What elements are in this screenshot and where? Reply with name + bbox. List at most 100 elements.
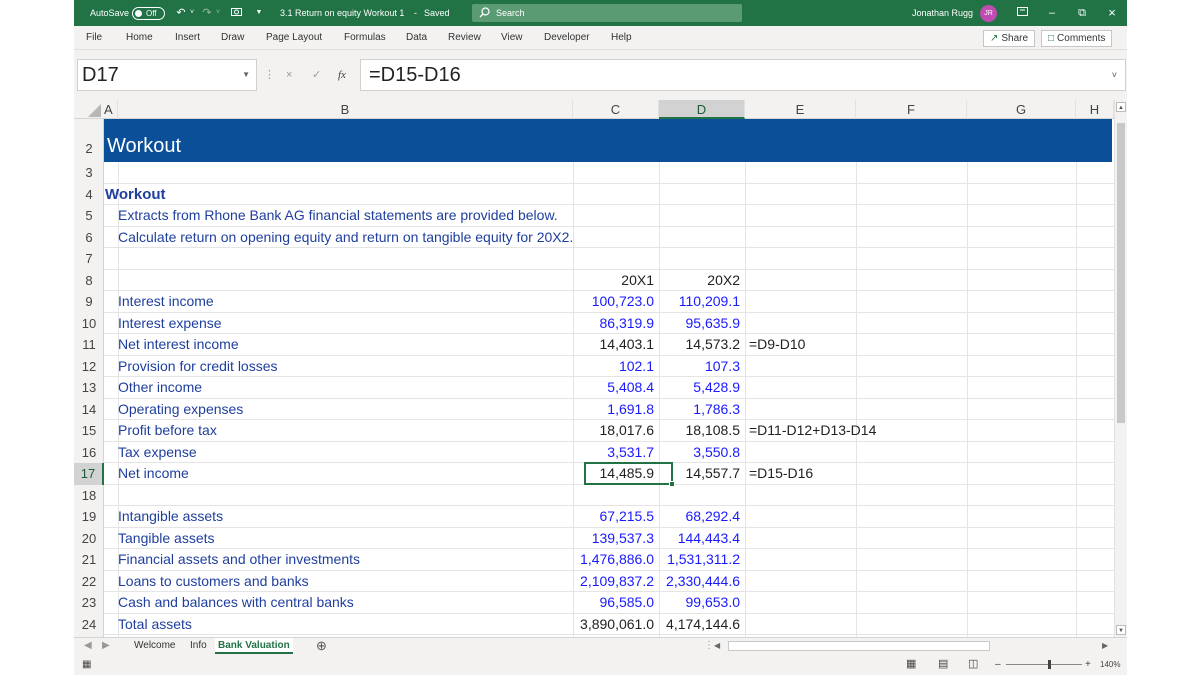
tab-page-layout[interactable]: Page Layout — [266, 26, 322, 50]
line-item-label[interactable]: Cash and balances with central banks — [118, 592, 354, 613]
line-item-label[interactable]: Profit before tax — [118, 420, 217, 441]
restore-icon[interactable]: ⧉ — [1070, 0, 1094, 26]
row-header-13[interactable]: 13 — [74, 377, 104, 399]
customize-toolbar-icon[interactable]: ▼ — [254, 0, 264, 26]
value-20x2[interactable]: 99,653.0 — [659, 592, 741, 613]
scroll-left-icon[interactable]: ◀ — [714, 638, 720, 654]
line-item-label[interactable]: Interest expense — [118, 313, 222, 334]
value-20x1[interactable]: 67,215.5 — [573, 506, 655, 527]
worksheet-grid[interactable]: A B C D E F G H 2 3 4 5 6 7 8 9 10 11 12 13 14 15 16 17… — [74, 100, 1127, 637]
zoom-out-icon[interactable]: – — [995, 654, 1001, 675]
cancel-icon[interactable]: × — [286, 59, 292, 91]
line-item-label[interactable]: Loans to customers and banks — [118, 571, 309, 592]
active-cell-d17[interactable] — [584, 462, 675, 487]
value-20x1[interactable]: 14,403.1 — [573, 334, 655, 355]
row-header-23[interactable]: 23 — [74, 592, 104, 614]
formula-note[interactable]: =D11-D12+D13-D14 — [749, 420, 876, 441]
line-item-label[interactable]: Total assets — [118, 614, 192, 635]
row-header-9[interactable]: 9 — [74, 291, 104, 313]
close-icon[interactable]: × — [1100, 0, 1124, 26]
value-20x2[interactable]: 5,428.9 — [659, 377, 740, 398]
row-header-11[interactable]: 11 — [74, 334, 104, 356]
select-all-corner[interactable] — [74, 100, 104, 119]
line-item-label[interactable]: Provision for credit losses — [118, 356, 278, 377]
row-header-4[interactable]: 4 — [74, 184, 104, 206]
camera-icon[interactable] — [229, 0, 243, 26]
tab-developer[interactable]: Developer — [544, 26, 590, 50]
line-item-label[interactable]: Financial assets and other investments — [118, 549, 360, 570]
value-20x2[interactable]: 14,573.2 — [659, 334, 741, 355]
column-header-a[interactable]: A — [104, 100, 118, 119]
column-header-c[interactable]: C — [573, 100, 659, 119]
tab-home[interactable]: Home — [126, 26, 153, 50]
row-header-19[interactable]: 19 — [74, 506, 104, 528]
sheet-tab-info[interactable]: Info — [190, 638, 207, 654]
formula-input[interactable]: =D15-D16 ˅ — [360, 59, 1126, 91]
tab-formulas[interactable]: Formulas — [344, 26, 386, 50]
row-header-21[interactable]: 21 — [74, 549, 104, 571]
more-options-icon[interactable]: ⋮ — [264, 59, 275, 91]
value-20x2[interactable]: 4,174,144.6 — [659, 614, 740, 635]
name-box[interactable]: D17 ▼ — [77, 59, 257, 91]
comments-button[interactable]: □ Comments — [1041, 30, 1113, 47]
avatar[interactable]: JR — [980, 5, 997, 22]
row-header-7[interactable]: 7 — [74, 248, 104, 270]
row-header-16[interactable]: 16 — [74, 442, 104, 464]
value-20x1[interactable]: 1,476,886.0 — [573, 549, 654, 570]
line-item-label[interactable]: Operating expenses — [118, 399, 243, 420]
value-20x2[interactable]: 144,443.4 — [659, 528, 740, 549]
line-item-label[interactable]: Interest income — [118, 291, 214, 312]
undo-icon[interactable]: ↶ — [174, 0, 188, 26]
intro-text-2[interactable]: Calculate return on opening equity and r… — [118, 227, 573, 248]
value-20x2[interactable]: 3,550.8 — [659, 442, 740, 463]
value-20x2[interactable]: 95,635.9 — [659, 313, 741, 334]
column-header-g[interactable]: G — [967, 100, 1076, 119]
column-header-b[interactable]: B — [118, 100, 573, 119]
line-item-label[interactable]: Net income — [118, 463, 189, 484]
zoom-slider[interactable] — [1006, 660, 1082, 669]
zoom-in-icon[interactable]: + — [1085, 654, 1091, 675]
expand-formula-icon[interactable]: ˅ — [1112, 60, 1117, 90]
value-20x1[interactable]: 96,585.0 — [573, 592, 655, 613]
insert-function-icon[interactable]: fx — [338, 59, 346, 91]
column-header-h[interactable]: H — [1076, 100, 1114, 119]
tab-review[interactable]: Review — [448, 26, 481, 50]
add-sheet-icon[interactable]: ⊕ — [316, 638, 327, 654]
enter-icon[interactable]: ✓ — [312, 59, 321, 91]
section-title[interactable]: Workout — [105, 184, 166, 205]
tab-draw[interactable]: Draw — [221, 26, 244, 50]
column-header-e[interactable]: E — [745, 100, 856, 119]
line-item-label[interactable]: Tax expense — [118, 442, 197, 463]
row-header-2[interactable]: 2 — [74, 119, 104, 162]
search-box[interactable]: Search — [472, 4, 742, 22]
next-sheet-icon[interactable]: ▶ — [102, 638, 110, 654]
row-header-3[interactable]: 3 — [74, 162, 104, 184]
row-header-5[interactable]: 5 — [74, 205, 104, 227]
row-header-14[interactable]: 14 — [74, 399, 104, 421]
value-20x2[interactable]: 107.3 — [659, 356, 740, 377]
line-item-label[interactable]: Intangible assets — [118, 506, 223, 527]
row-header-18[interactable]: 18 — [74, 485, 104, 507]
zoom-level[interactable]: 140% — [1100, 654, 1120, 675]
scroll-right-icon[interactable]: ▶ — [1102, 638, 1108, 654]
value-20x1[interactable]: 139,537.3 — [573, 528, 654, 549]
value-20x1[interactable]: 102.1 — [573, 356, 654, 377]
row-header-22[interactable]: 22 — [74, 571, 104, 593]
value-20x2[interactable]: 18,108.5 — [659, 420, 741, 441]
row-header-20[interactable]: 20 — [74, 528, 104, 550]
zoom-slider-knob[interactable] — [1048, 660, 1051, 669]
value-20x1[interactable]: 3,531.7 — [573, 442, 654, 463]
page-layout-view-icon[interactable]: ▤ — [938, 654, 948, 675]
value-20x2[interactable]: 110,209.1 — [659, 291, 740, 312]
normal-view-icon[interactable]: ▦ — [906, 654, 916, 675]
column-header-d[interactable]: D — [659, 100, 745, 119]
row-header-6[interactable]: 6 — [74, 227, 104, 249]
row-header-24[interactable]: 24 — [74, 614, 104, 636]
value-20x1[interactable]: 2,109,837.2 — [573, 571, 654, 592]
column-header-f[interactable]: F — [856, 100, 967, 119]
line-item-label[interactable]: Net interest income — [118, 334, 239, 355]
value-20x1[interactable]: 3,890,061.0 — [573, 614, 654, 635]
value-20x1[interactable]: 5,408.4 — [573, 377, 654, 398]
minimize-icon[interactable]: – — [1040, 0, 1064, 26]
vertical-scrollbar[interactable]: ▲ ▼ — [1114, 100, 1127, 637]
